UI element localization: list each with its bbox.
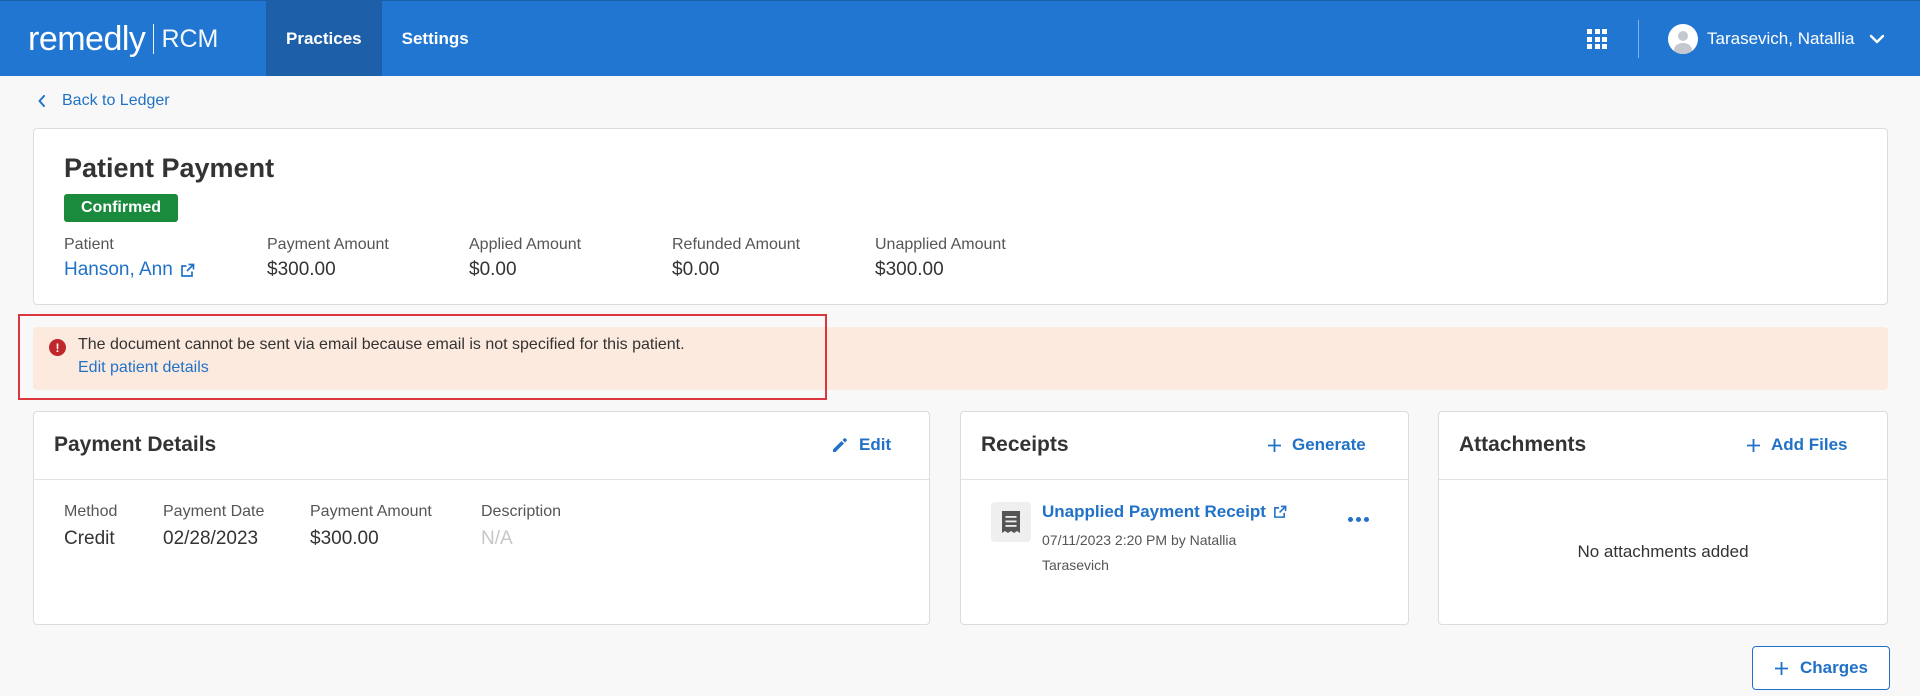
field-value: $300.00 [875,259,944,280]
edit-button[interactable]: Edit [831,434,891,456]
payment-details-card: Payment Details Edit Method Credit Payme… [33,411,930,625]
chevron-left-icon [38,95,45,107]
receipt-icon [991,502,1031,542]
field-value: Credit [64,528,115,549]
external-link-icon [180,263,195,277]
unapplied-amount-field: Unapplied Amount $300.00 [875,235,1006,281]
field-label: Payment Amount [310,503,432,520]
card-title: Attachments [1459,433,1587,456]
field-label: Payment Amount [267,236,389,253]
plus-icon [1268,438,1281,452]
app-logo[interactable]: remedly RCM [28,19,218,59]
field-value: $300.00 [310,528,379,549]
receipts-card: Receipts Generate Unapplied Payment Rece… [960,411,1409,625]
card-header: Attachments Add Files [1439,412,1887,480]
email-warning-alert: ! The document cannot be sent via email … [33,327,1888,390]
card-header: Payment Details Edit [34,412,929,480]
page-title: Patient Payment [64,153,275,183]
error-icon: ! [49,339,66,356]
chevron-down-icon [1870,34,1885,44]
field-label: Refunded Amount [672,236,801,253]
field-label: Payment Date [163,503,265,520]
field-value: $0.00 [672,259,720,280]
attachments-card: Attachments Add Files No attachments add… [1438,411,1888,625]
patient-field: Patient Hanson, Ann [64,235,195,281]
field-label: Applied Amount [469,236,582,253]
nav-item-settings[interactable]: Settings [382,1,489,76]
avatar [1668,24,1698,54]
field-value: 02/28/2023 [163,528,259,549]
grid-icon[interactable] [1587,29,1607,49]
field-label: Method [64,503,118,520]
logo-divider [153,24,155,54]
user-name: Tarasevich, Natallia [1707,29,1855,48]
charges-label: Charges [1799,658,1869,677]
generate-label: Generate [1292,435,1366,454]
status-badge: Confirmed [64,194,178,222]
field-label: Description [481,503,562,520]
patient-link[interactable]: Hanson, Ann [64,259,195,281]
add-files-button[interactable]: Add Files [1746,434,1848,456]
refunded-amount-field: Refunded Amount $0.00 [672,235,800,281]
add-files-label: Add Files [1771,435,1848,454]
method-field: Method Credit [64,502,117,550]
plus-icon [1747,438,1760,452]
field-label: Unapplied Amount [875,236,1006,253]
plus-icon [1774,661,1788,675]
alert-message: The document cannot be sent via email be… [78,336,685,353]
back-to-ledger-link[interactable]: Back to Ledger [38,90,170,112]
user-menu[interactable]: Tarasevich, Natallia [1668,23,1886,55]
main-nav: Practices Settings [266,1,489,76]
field-value: $0.00 [469,259,517,280]
logo-text: remedly [28,20,146,58]
charges-button[interactable]: Charges [1752,646,1890,690]
top-navigation-bar: remedly RCM Practices Settings Tarasevic… [0,0,1920,76]
receipt-meta: 07/11/2023 2:20 PM by Natallia Tarasevic… [1042,532,1237,573]
applied-amount-field: Applied Amount $0.00 [469,235,581,281]
card-header: Receipts Generate [961,412,1408,480]
patient-name: Hanson, Ann [64,259,173,280]
pencil-icon [833,438,847,452]
header-divider [1638,20,1639,58]
edit-patient-details-link[interactable]: Edit patient details [78,359,209,377]
back-link-label: Back to Ledger [62,92,170,109]
logo-subtext: RCM [161,24,219,53]
card-title: Receipts [981,433,1069,456]
card-title: Payment Details [54,433,217,456]
edit-label: Edit [859,435,892,454]
external-link-icon [1273,505,1287,518]
payment-amount-field: Payment Amount $300.00 [267,235,389,281]
payment-summary-card: Patient Payment Confirmed Patient Hanson… [33,128,1888,305]
more-options-icon[interactable] [1344,513,1373,526]
receipt-link[interactable]: Unapplied Payment Receipt [1042,502,1287,522]
receipt-name: Unapplied Payment Receipt [1042,502,1266,521]
field-value: N/A [481,528,513,549]
field-value: $300.00 [267,259,336,280]
field-label: Patient [64,236,114,253]
nav-item-practices[interactable]: Practices [266,1,382,76]
description-field: Description N/A [481,502,561,550]
generate-button[interactable]: Generate [1267,434,1366,456]
detail-payment-amount-field: Payment Amount $300.00 [310,502,432,550]
payment-date-field: Payment Date 02/28/2023 [163,502,264,550]
empty-state-text: No attachments added [1577,542,1749,561]
